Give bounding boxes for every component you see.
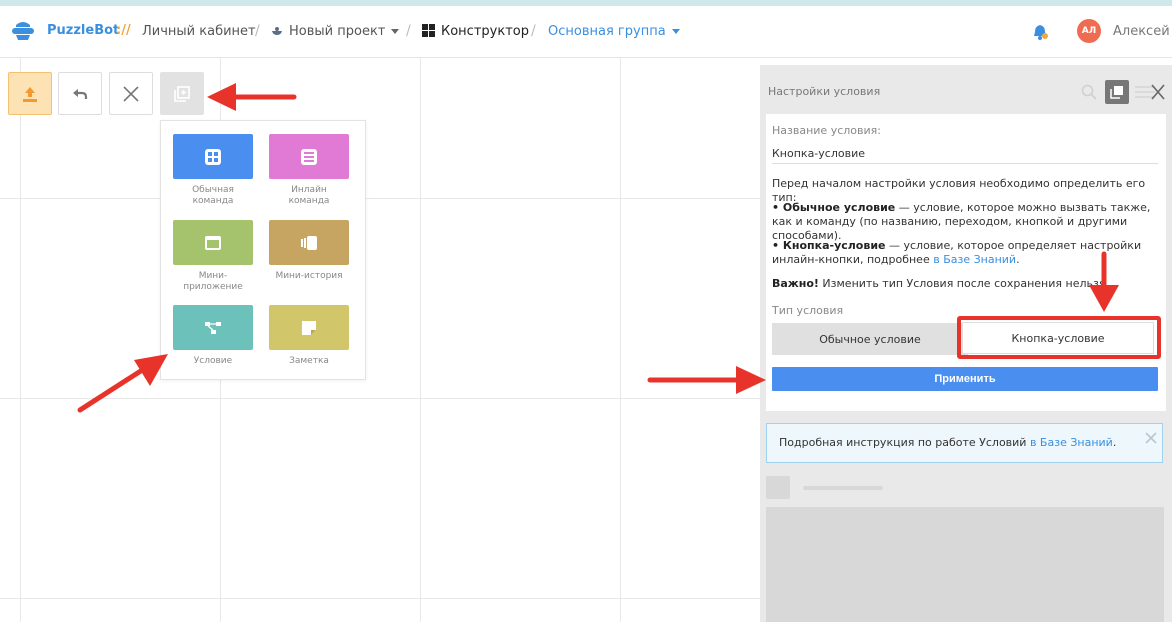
stories-icon [301, 235, 317, 250]
chevron-down-icon [671, 29, 680, 34]
breadcrumb-slash: / [406, 23, 411, 39]
avatar[interactable]: АЛ [1077, 19, 1101, 43]
skeleton-square [766, 476, 790, 499]
condition-name-input[interactable] [772, 143, 1158, 164]
period: . [1016, 253, 1020, 266]
note-icon [302, 320, 316, 335]
type-option-regular[interactable]: Обычное условие [772, 323, 968, 355]
grid-icon [205, 148, 221, 165]
username[interactable]: Алексей [1113, 24, 1170, 39]
project-bowl-icon [272, 27, 282, 35]
breadcrumb-project[interactable]: Новый проект [271, 24, 400, 39]
add-block-icon [174, 85, 190, 102]
annotation-highlight-box [957, 316, 1161, 359]
group-name: Основная группа [548, 24, 666, 39]
panel-close-button[interactable] [1135, 83, 1165, 103]
tile-label-mini-story: Мини-история [275, 271, 343, 281]
tile-label-regular-command: Обычная команда [192, 185, 234, 206]
skeleton-line [803, 486, 883, 490]
close-icon [1135, 84, 1165, 100]
undo-icon [73, 88, 88, 99]
breadcrumb-group[interactable]: Основная группа [548, 24, 680, 39]
close-button[interactable] [109, 72, 153, 115]
copy-button[interactable] [1105, 80, 1129, 104]
tile-regular-command[interactable] [173, 134, 253, 179]
add-block-button[interactable] [160, 72, 204, 115]
constructor-label: Конструктор [441, 24, 529, 39]
copy-icon [1110, 86, 1123, 99]
tile-label-mini-app: Мини-приложение [183, 271, 243, 292]
button-condition-description: • Кнопка-условие — условие, которое опре… [772, 239, 1158, 267]
tile-condition[interactable] [173, 305, 253, 350]
info-period: . [1112, 436, 1117, 449]
tile-mini-story[interactable] [269, 220, 349, 265]
tile-mini-app[interactable] [173, 220, 253, 265]
breadcrumb-slash: / [255, 23, 260, 39]
constructor-grid-icon [422, 24, 435, 37]
undo-button[interactable] [58, 72, 102, 115]
tile-label-condition: Условие [193, 356, 233, 366]
condition-name-label: Название условия: [772, 124, 881, 137]
info-text: Подробная инструкция по работе Условий [779, 436, 1030, 449]
knowledge-base-link[interactable]: в Базе Знаний [933, 253, 1016, 266]
condition-type-label: Тип условия [772, 304, 844, 317]
breadcrumb-constructor[interactable]: Конструктор [422, 24, 529, 39]
panel-title: Настройки условия [768, 85, 881, 98]
branch-icon [205, 321, 221, 334]
tile-label-inline-command: Инлайн команда [288, 185, 330, 206]
info-close-icon[interactable] [1145, 429, 1157, 444]
constructor-canvas[interactable] [0, 58, 760, 622]
window-icon [205, 235, 221, 250]
skeleton-block [766, 507, 1164, 622]
info-banner-text: Подробная инструкция по работе Условий в… [779, 436, 1116, 449]
tile-label-note: Заметка [289, 356, 329, 366]
close-icon [123, 85, 139, 102]
tile-note[interactable] [269, 305, 349, 350]
important-text: Изменить тип Условия после сохранения не… [818, 277, 1109, 290]
search-icon[interactable] [1081, 84, 1097, 100]
tile-inline-command[interactable] [269, 134, 349, 179]
brand-name[interactable]: PuzzleBot [47, 23, 119, 38]
list-icon [301, 148, 317, 165]
regular-condition-term: • Обычное условие [772, 201, 896, 214]
puzzlebot-logo-icon[interactable] [10, 19, 36, 43]
info-knowledge-base-link[interactable]: в Базе Знаний [1030, 436, 1113, 449]
breadcrumb-slash: / [531, 23, 536, 39]
apply-button[interactable]: Применить [772, 367, 1158, 391]
button-condition-term: • Кнопка-условие [772, 239, 886, 252]
upload-button[interactable] [8, 72, 52, 115]
chevron-down-icon [391, 29, 400, 34]
important-note: Важно! Изменить тип Условия после сохран… [772, 277, 1158, 291]
bell-icon[interactable] [1031, 23, 1049, 41]
important-label: Важно! [772, 277, 819, 290]
upload-icon [23, 86, 37, 102]
app-header: PuzzleBot :// Личный кабинет / Новый про… [0, 6, 1172, 58]
regular-condition-description: • Обычное условие — условие, которое мож… [772, 201, 1158, 243]
project-name: Новый проект [289, 24, 386, 39]
breadcrumb-cabinet[interactable]: Личный кабинет [142, 24, 256, 39]
brand-separator: :// [116, 23, 131, 38]
